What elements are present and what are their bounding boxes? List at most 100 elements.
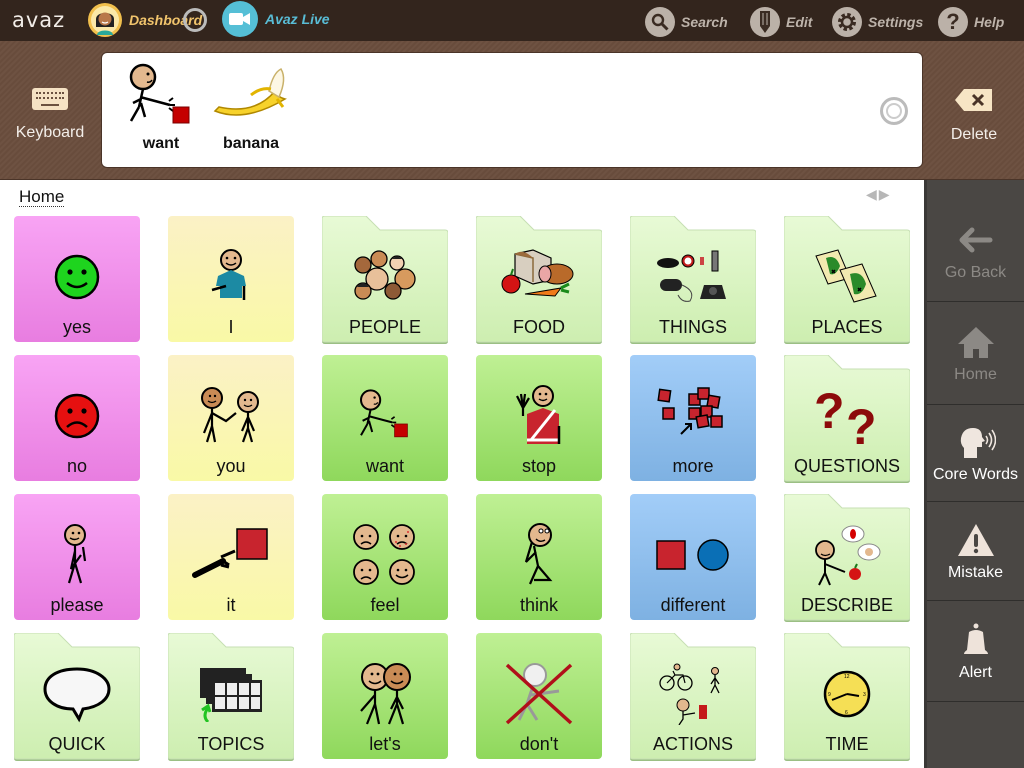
tile-label: stop	[521, 456, 557, 476]
folder-tile-people[interactable]: PEOPLE	[322, 216, 448, 344]
home-label: Home	[954, 365, 997, 383]
warning-icon	[957, 523, 994, 556]
tile-label: think	[519, 595, 559, 615]
folder-tile-places[interactable]: PLACES	[784, 216, 910, 344]
avatar-icon	[88, 3, 122, 37]
folder-tile-time[interactable]: 12 3 6 9 TIME	[784, 633, 910, 761]
people-group-icon	[322, 238, 448, 316]
person-please-icon	[14, 516, 140, 594]
core-words-label: Core Words	[932, 465, 1019, 483]
page-navigation: ◀ ▶	[866, 186, 890, 203]
backspace-icon	[955, 88, 992, 111]
point-square-icon	[168, 516, 294, 594]
tile-label: feel	[370, 595, 400, 615]
avaz-logo: avaz	[12, 8, 66, 32]
want-picture-icon	[129, 63, 190, 124]
edit-label: Edit	[786, 14, 813, 30]
folder-tile-food[interactable]: FOOD	[476, 216, 602, 344]
person-self-icon	[168, 238, 294, 316]
word-tile-lets[interactable]: let's	[322, 633, 448, 759]
word-tile-want[interactable]: want	[322, 355, 448, 481]
mistake-button[interactable]: Mistake	[927, 503, 1024, 601]
folder-tile-quick[interactable]: QUICK	[14, 633, 140, 761]
folder-tile-topics[interactable]: TOPICS	[168, 633, 294, 761]
gear-icon	[832, 7, 862, 37]
go-back-button[interactable]: Go Back	[927, 202, 1024, 302]
message-word-banana[interactable]: banana	[206, 63, 296, 153]
search-button[interactable]: Search	[645, 5, 728, 39]
next-page-arrow-icon[interactable]: ▶	[879, 186, 890, 203]
word-tile-you[interactable]: you	[168, 355, 294, 481]
person-pointing-icon	[168, 377, 294, 455]
happy-face-icon	[14, 238, 140, 316]
breadcrumb[interactable]: Home	[19, 188, 65, 207]
stop-hand-icon	[476, 377, 602, 455]
home-icon	[957, 326, 994, 358]
message-word-want[interactable]: want	[116, 63, 206, 153]
keyboard-icon	[32, 87, 68, 110]
tile-label: QUESTIONS	[793, 456, 900, 476]
tile-label: PEOPLE	[348, 317, 422, 337]
word-tile-no[interactable]: no	[14, 355, 140, 481]
word-tile-it[interactable]: it	[168, 494, 294, 620]
settings-button[interactable]: Settings	[832, 5, 923, 39]
delete-button[interactable]: Delete	[924, 41, 1024, 180]
person-thinking-icon	[476, 516, 602, 594]
actions-icon	[630, 655, 756, 733]
message-box[interactable]: want banana	[101, 52, 923, 168]
word-tile-different[interactable]: different	[630, 494, 756, 620]
alert-button[interactable]: Alert	[927, 602, 1024, 702]
edit-button[interactable]: Edit	[750, 5, 812, 39]
speak-indicator-icon[interactable]	[880, 97, 908, 125]
tile-label: don't	[519, 734, 559, 754]
tile-label: let's	[369, 734, 401, 754]
word-tile-more[interactable]: more	[630, 355, 756, 481]
mistake-label: Mistake	[947, 563, 1004, 581]
tile-label: THINGS	[658, 317, 727, 337]
word-tile-think[interactable]: think	[476, 494, 602, 620]
word-tile-i[interactable]: I	[168, 216, 294, 342]
folder-tile-questions[interactable]: ?? QUESTIONS	[784, 355, 910, 483]
word-tile-stop[interactable]: stop	[476, 355, 602, 481]
word-tile-please[interactable]: please	[14, 494, 140, 620]
search-icon	[645, 7, 675, 37]
prev-page-arrow-icon[interactable]: ◀	[866, 186, 877, 203]
help-button[interactable]: ? Help	[938, 5, 1004, 39]
tile-label: TIME	[825, 734, 869, 754]
folder-tile-actions[interactable]: ACTIONS	[630, 633, 756, 761]
bell-icon	[963, 623, 988, 654]
word-tile-dont[interactable]: don't	[476, 633, 602, 759]
word-tile-feel[interactable]: feel	[322, 494, 448, 620]
tile-label: more	[672, 456, 714, 476]
more-squares-icon	[630, 377, 756, 455]
folder-tile-things[interactable]: THINGS	[630, 216, 756, 344]
message-word-label: want	[142, 135, 180, 152]
delete-label: Delete	[950, 125, 998, 143]
tile-label: want	[365, 456, 405, 476]
clock-icon: 12 3 6 9	[784, 655, 910, 733]
avaz-live-button[interactable]: Avaz Live	[222, 1, 330, 37]
message-word-label: banana	[222, 135, 279, 152]
alert-label: Alert	[959, 663, 992, 681]
speaking-head-icon	[960, 427, 996, 458]
word-tile-yes[interactable]: yes	[14, 216, 140, 342]
svg-text:12: 12	[844, 674, 850, 680]
message-bar: Keyboard want banana Delete	[0, 41, 1024, 180]
top-bar: avaz Dashboard Avaz Live Search Edit Set…	[0, 0, 1024, 41]
things-icon	[630, 238, 756, 316]
symbol-grid: yes I PEOPLE FOOD THINGS PLACES no you want stop m…	[0, 212, 924, 768]
folder-tile-describe[interactable]: DESCRIBE	[784, 494, 910, 622]
food-icon	[476, 238, 602, 316]
topic-boards-icon	[168, 655, 294, 733]
avaz-live-label: Avaz Live	[265, 11, 330, 27]
svg-text:9: 9	[828, 692, 831, 698]
two-people-icon	[322, 655, 448, 733]
square-circle-icon	[630, 516, 756, 594]
core-words-button[interactable]: Core Words	[927, 406, 1024, 502]
tile-label: TOPICS	[197, 734, 265, 754]
home-button[interactable]: Home	[927, 303, 1024, 405]
back-arrow-icon	[959, 227, 992, 252]
keyboard-button[interactable]: Keyboard	[0, 41, 100, 180]
tile-label: I	[228, 317, 234, 337]
video-camera-icon	[222, 1, 258, 37]
